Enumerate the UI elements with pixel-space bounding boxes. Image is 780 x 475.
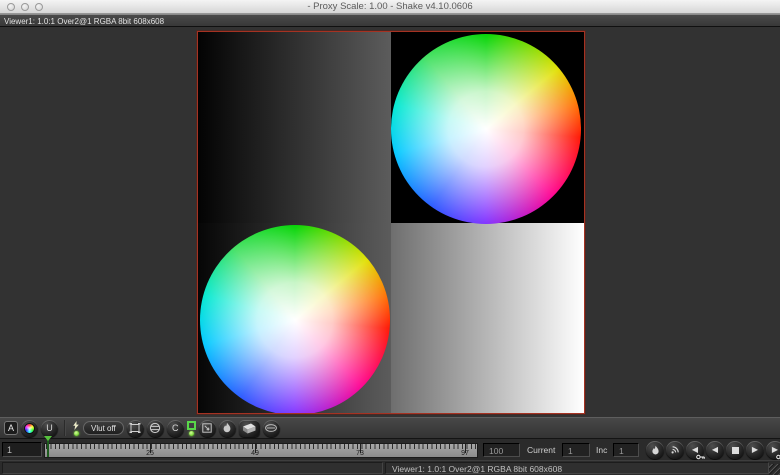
toolbar-group-left: A U <box>0 418 62 438</box>
view-channel-button[interactable] <box>21 420 38 437</box>
viewer-toolbar: A U Vlut off <box>0 417 780 438</box>
resize-grip[interactable] <box>769 464 780 475</box>
viewer-tab-bar: Viewer1: 1.0:1 Over2@1 RGBA 8bit 608x608 <box>0 14 780 27</box>
current-frame-field[interactable]: 1 <box>562 443 590 457</box>
tick-label-49: 49 <box>245 450 265 457</box>
ellipse-icon <box>264 423 278 433</box>
vlut-button[interactable]: Vlut off <box>83 421 124 435</box>
playhead[interactable] <box>43 436 52 457</box>
ellipse-button[interactable] <box>263 420 280 437</box>
frame-field[interactable]: 1 <box>2 442 42 457</box>
roi-led-stack <box>187 421 196 436</box>
time-bar: 1 25 49 73 97 100 Current 1 Inc 1 <box>0 438 780 460</box>
color-wheel-bottom <box>200 225 390 414</box>
flipbook-flame-icon <box>650 445 661 456</box>
step-forward-icon: ▶ <box>772 446 778 454</box>
viewer-info-field: Viewer1: 1.0:1 Over2@1 RGBA 8bit 608x608 <box>385 462 769 474</box>
end-frame-field[interactable]: 100 <box>483 443 520 457</box>
stop-button[interactable] <box>726 441 744 459</box>
toolbar-group-vlut: Vlut off C <box>68 418 284 438</box>
title-bar: - Proxy Scale: 1.00 - Shake v4.10.0606 <box>0 0 780 14</box>
compare-split-button[interactable] <box>147 420 164 437</box>
transport-controls: ◀ ◀ ▶ ▶ <box>646 441 780 459</box>
status-bar: Viewer1: 1.0:1 Over2@1 RGBA 8bit 608x608 <box>0 460 780 475</box>
current-label: Current <box>527 445 555 455</box>
monitor-3d-icon <box>241 422 257 435</box>
viewer-canvas[interactable] <box>0 27 780 417</box>
tick-label-25: 25 <box>140 450 160 457</box>
play-reverse-button[interactable]: ◀ <box>706 441 724 459</box>
window-title: - Proxy Scale: 1.00 - Shake v4.10.0606 <box>0 1 780 12</box>
stop-icon <box>732 447 739 454</box>
viewer-tab-label[interactable]: Viewer1: 1.0:1 Over2@1 RGBA 8bit 608x608 <box>4 17 164 26</box>
vlut-led <box>74 431 79 436</box>
flame-icon <box>221 422 233 434</box>
render-waves-icon <box>669 444 681 456</box>
flipbook-button[interactable] <box>646 441 664 459</box>
shake-window: - Proxy Scale: 1.00 - Shake v4.10.0606 V… <box>0 0 780 475</box>
ramp-light-quadrant <box>391 223 584 414</box>
render-button[interactable] <box>666 441 684 459</box>
timeline-ruler[interactable]: 25 49 73 97 <box>44 443 478 458</box>
a-toggle-button[interactable]: A <box>4 421 18 435</box>
update-button[interactable]: U <box>41 420 58 437</box>
tick-label-97: 97 <box>455 450 475 457</box>
play-reverse-icon: ◀ <box>712 446 718 454</box>
toolbar-separator <box>64 420 66 436</box>
status-message-field <box>2 462 383 474</box>
viewer-image[interactable] <box>197 31 585 414</box>
inspect-region-button[interactable] <box>199 420 216 437</box>
play-forward-button[interactable]: ▶ <box>746 441 764 459</box>
inc-label: Inc <box>596 445 607 455</box>
minor-ticks <box>46 444 477 449</box>
broadcast-monitor-button[interactable] <box>239 420 260 437</box>
roi-icon[interactable] <box>187 421 196 430</box>
compare-c-button[interactable]: C <box>167 420 184 437</box>
play-forward-icon: ▶ <box>752 446 758 454</box>
color-wheel-icon <box>24 423 35 434</box>
lightning-icon <box>72 421 80 430</box>
key-step-forward-button[interactable]: ▶ <box>766 441 780 459</box>
inspect-icon <box>201 422 213 434</box>
step-back-icon: ◀ <box>692 446 698 454</box>
frame-icon <box>129 422 141 434</box>
compare-icon <box>149 422 161 434</box>
ramp-dark-quadrant <box>198 32 391 223</box>
color-wheel-top <box>391 34 581 224</box>
image-frame-button[interactable] <box>127 420 144 437</box>
tick-label-73: 73 <box>350 450 370 457</box>
playhead-tip <box>44 436 52 441</box>
flame-button[interactable] <box>219 420 236 437</box>
vlut-led-stack <box>72 421 80 436</box>
playhead-stem <box>47 439 49 457</box>
roi-led <box>189 431 194 436</box>
key-step-back-button[interactable]: ◀ <box>686 441 704 459</box>
inc-field[interactable]: 1 <box>613 443 639 457</box>
